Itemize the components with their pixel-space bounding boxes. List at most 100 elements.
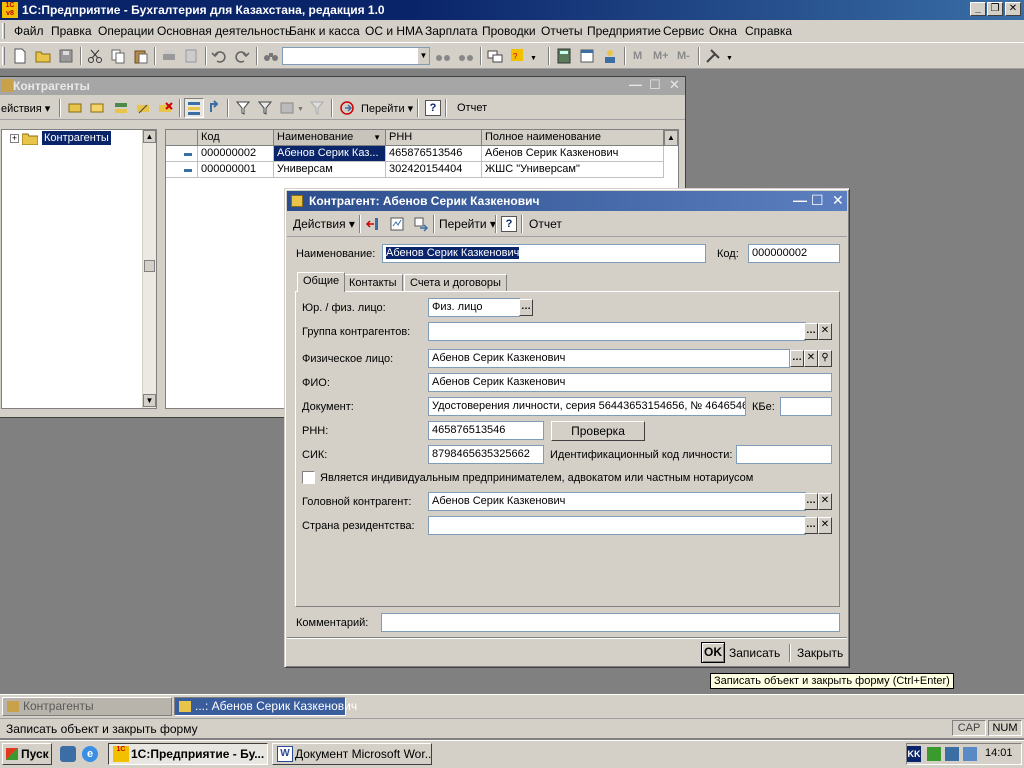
rnn-field[interactable]: 465876513546 [428,421,544,440]
tree-scrollbar[interactable]: ▲ ▼ [142,130,156,408]
sik-field[interactable]: 8798465635325662 [428,445,544,464]
expand-icon[interactable]: + [10,134,19,143]
redo-icon[interactable] [234,48,250,64]
menu-fixed-assets[interactable]: ОС и НМА [365,24,423,38]
search-input[interactable] [282,47,430,65]
grid-scroll-up-icon[interactable]: ▲ [664,130,678,146]
find-prev-icon[interactable] [458,48,474,64]
fio-field[interactable]: Абенов Серик Казкенович [428,373,832,392]
mem-button[interactable]: M [633,50,642,62]
tab-accounts[interactable]: Счета и договоры [404,274,507,292]
name-field[interactable]: Абенов Серик Казкенович [382,244,706,263]
grid-header-full-name[interactable]: Полное наименование [482,130,664,146]
save-button[interactable]: Записать [729,646,780,660]
calculator-icon[interactable] [556,48,572,64]
close-icon[interactable]: ✕ [669,77,680,93]
goto-menu[interactable]: Перейти ▾ [361,102,413,115]
actions-menu[interactable]: ействия ▾ [1,102,50,115]
country-clear-button[interactable]: ✕ [818,517,832,534]
iin-field[interactable] [736,445,832,464]
maximize-icon[interactable]: ☐ [649,77,661,93]
search-dropdown-icon[interactable]: ▼ [418,48,429,64]
menu-reports[interactable]: Отчеты [541,24,582,38]
actions-menu[interactable]: Действия ▾ [293,217,355,231]
filter-icon[interactable] [235,100,251,116]
grid-header-rnn[interactable]: РНН [386,130,482,146]
kbe-field[interactable] [780,397,832,416]
edit-item-icon[interactable] [135,100,151,116]
filter-history-icon[interactable] [279,100,295,116]
add-item-icon[interactable] [67,100,83,116]
task-word[interactable]: W Документ Microsoft Wor... [272,743,432,765]
scroll-thumb[interactable] [144,260,155,272]
delete-item-icon[interactable] [157,100,173,116]
scroll-up-icon[interactable]: ▲ [143,130,156,143]
close-button[interactable]: Закрыть [797,646,843,660]
person-clear-button[interactable]: ✕ [804,350,818,367]
legal-type-field[interactable]: Физ. лицо [428,298,520,317]
country-select-button[interactable]: … [804,517,818,534]
minimize-icon[interactable]: — [629,77,642,92]
goto-icon[interactable] [339,100,355,116]
group-clear-button[interactable]: ✕ [818,323,832,340]
related-icon[interactable] [413,216,429,232]
internet-explorer-icon[interactable]: e [82,746,98,762]
close-icon[interactable]: ✕ [832,192,844,209]
minimize-button[interactable]: _ [970,2,986,16]
report-button[interactable]: Отчет [529,217,562,231]
security-icon[interactable] [963,747,977,761]
window-tab-counterparty-form[interactable]: ...: Абенов Серик Казкенович [174,697,357,716]
save-icon[interactable] [58,48,74,64]
tools-icon[interactable] [705,48,721,64]
clear-filter-icon[interactable] [309,100,325,116]
print-preview-icon[interactable] [183,48,199,64]
paste-icon[interactable] [133,48,149,64]
tab-contacts[interactable]: Контакты [343,274,403,292]
goto-menu[interactable]: Перейти ▾ [439,217,496,231]
level-up-icon[interactable] [207,100,223,116]
dropdown-arrow-icon[interactable]: ▼ [530,55,537,62]
lock-user-icon[interactable] [602,48,618,64]
find-next-icon[interactable] [435,48,451,64]
task-1c[interactable]: 1C 1С:Предприятие - Бу... [108,743,268,765]
table-row[interactable]: 000000001 Универсам 302420154404 ЖШС "Ун… [166,162,664,178]
menu-main-activity[interactable]: Основная деятельность [157,24,291,38]
grid-header-name[interactable]: Наименование ▼ [274,130,386,146]
head-clear-button[interactable]: ✕ [818,493,832,510]
maximize-icon[interactable]: ☐ [811,192,824,209]
hierarchy-icon[interactable] [186,100,202,116]
menu-operations[interactable]: Операции [98,24,154,38]
calendar-icon[interactable] [579,48,595,64]
print-icon[interactable] [161,48,177,64]
report-button[interactable]: Отчет [457,102,487,114]
help-1c-icon[interactable]: ? [510,48,526,64]
copy-icon[interactable] [110,48,126,64]
head-counterparty-field[interactable]: Абенов Серик Казкенович [428,492,806,511]
menu-salary[interactable]: Зарплата [425,24,478,38]
enter-left-icon[interactable] [365,216,381,232]
group-field[interactable] [428,322,806,341]
comment-field[interactable] [381,613,840,632]
menu-edit[interactable]: Правка [51,24,92,38]
binoculars-icon[interactable] [263,48,279,64]
grid-header-code[interactable]: Код [198,130,274,146]
legal-type-select-button[interactable]: … [519,299,533,316]
mem-plus-button[interactable]: M+ [653,50,669,62]
group-select-button[interactable]: … [804,323,818,340]
cut-icon[interactable] [87,48,103,64]
menu-enterprise[interactable]: Предприятие [587,24,661,38]
menu-bank-cash[interactable]: Банк и касса [289,24,360,38]
person-field[interactable]: Абенов Серик Казкенович [428,349,790,368]
mem-minus-button[interactable]: M- [677,50,690,62]
add-group-icon[interactable] [89,100,105,116]
person-select-button[interactable]: … [790,350,804,367]
person-open-icon[interactable]: ⚲ [818,350,832,367]
show-desktop-icon[interactable] [60,746,76,762]
help-icon[interactable]: ? [425,100,441,116]
structure-icon[interactable] [389,216,405,232]
menu-help[interactable]: Справка [745,24,792,38]
document-field[interactable]: Удостоверения личности, серия 5644365315… [428,397,746,416]
menu-service[interactable]: Сервис [663,24,704,38]
dropdown-arrow-icon[interactable]: ▼ [297,106,304,113]
filter-value-icon[interactable] [257,100,273,116]
